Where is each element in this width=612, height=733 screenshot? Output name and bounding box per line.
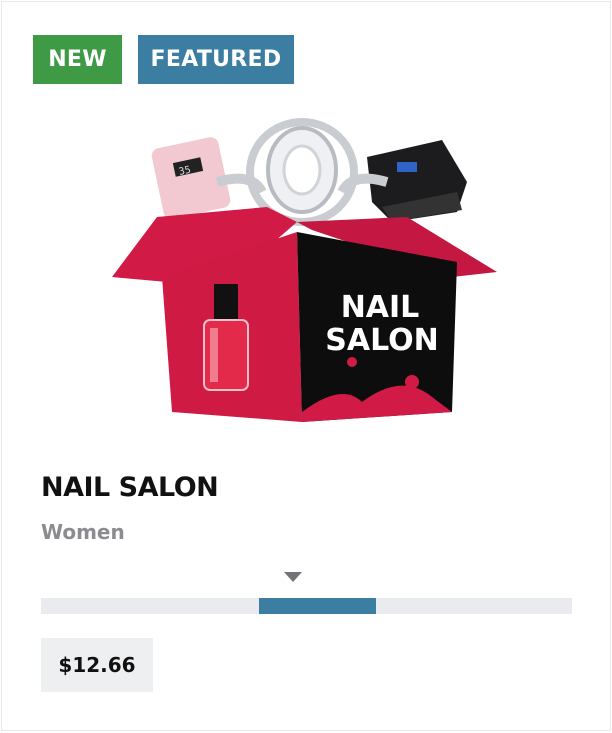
range-pointer-icon — [284, 572, 302, 582]
featured-badge: FEATURED — [138, 35, 294, 84]
product-image[interactable]: 35 NAIL SALON — [102, 112, 512, 432]
product-category: Women — [41, 520, 125, 544]
product-card[interactable]: NEW FEATURED 35 NAIL SALON NAIL SALON Wo… — [1, 1, 611, 731]
svg-text:SALON: SALON — [325, 323, 438, 358]
new-badge: NEW — [33, 35, 122, 84]
nail-salon-box-image: 35 NAIL SALON — [112, 118, 497, 422]
ring-icon — [215, 118, 389, 226]
range-bar — [41, 598, 572, 614]
range-bar-fill — [258, 598, 376, 614]
svg-text:NAIL: NAIL — [341, 290, 420, 325]
badge-row: NEW FEATURED — [33, 35, 294, 84]
price-tag: $12.66 — [41, 638, 153, 692]
product-title[interactable]: NAIL SALON — [41, 472, 219, 503]
